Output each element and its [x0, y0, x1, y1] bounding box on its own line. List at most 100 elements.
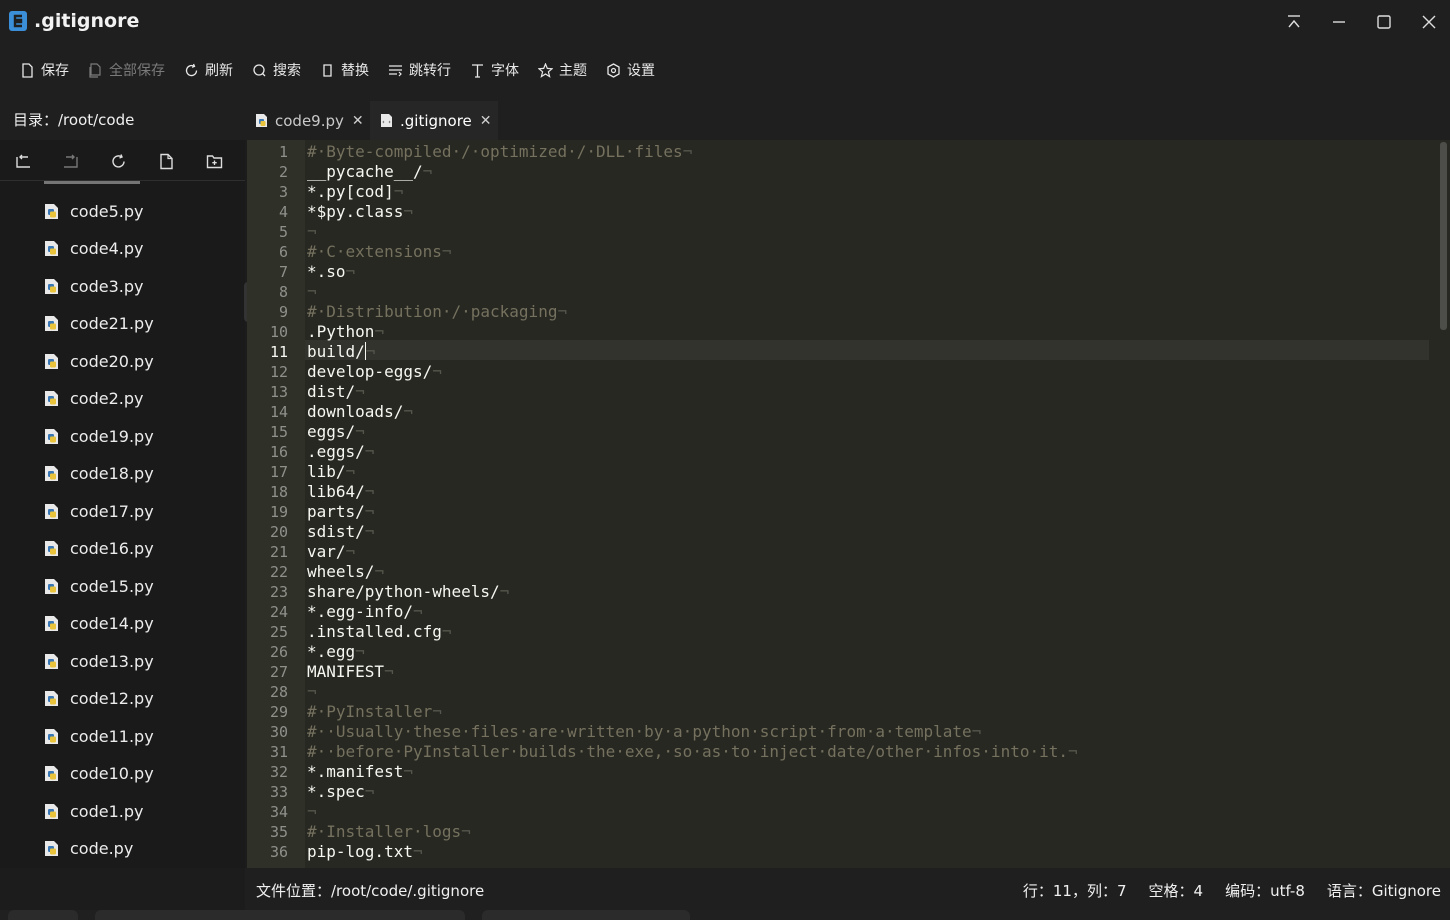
code-line[interactable]: *.egg-info/¬: [307, 602, 1427, 622]
cursor-position[interactable]: 行：11，列：7: [1023, 880, 1127, 901]
minimize-button[interactable]: [1326, 9, 1352, 35]
file-list-item[interactable]: code19.py: [44, 424, 154, 448]
code-line[interactable]: MANIFEST¬: [307, 662, 1427, 682]
eol-marker-icon: ¬: [355, 642, 365, 661]
file-list-item[interactable]: code17.py: [44, 499, 154, 523]
toolbar-button-save-all[interactable]: 全部保存: [88, 55, 165, 85]
code-line[interactable]: dist/¬: [307, 382, 1427, 402]
code-line[interactable]: ¬: [307, 222, 1427, 242]
code-line[interactable]: #·Byte-compiled·/·optimized·/·DLL·files¬: [307, 142, 1427, 162]
file-list-item[interactable]: code14.py: [44, 612, 154, 636]
toolbar-button-replace[interactable]: 替换: [320, 55, 369, 85]
code-text: #·PyInstaller: [307, 702, 433, 721]
line-number: 12: [269, 363, 288, 381]
file-list-item[interactable]: code5.py: [44, 199, 143, 223]
code-line[interactable]: .Python¬: [307, 322, 1427, 342]
code-line[interactable]: downloads/¬: [307, 402, 1427, 422]
maximize-button[interactable]: [1371, 9, 1397, 35]
chevron-up-icon: [1288, 15, 1300, 28]
code-line[interactable]: ¬: [307, 682, 1427, 702]
taskbar-app-group[interactable]: [95, 910, 465, 920]
toolbar-button-label: 跳转行: [409, 63, 451, 79]
code-line[interactable]: #·C·extensions¬: [307, 242, 1427, 262]
new-folder-icon[interactable]: [206, 153, 223, 170]
toolbar-button-theme[interactable]: 主题: [538, 55, 587, 85]
language-mode[interactable]: 语言：Gitignore: [1327, 880, 1441, 901]
code-line[interactable]: share/python-wheels/¬: [307, 582, 1427, 602]
eol-marker-icon: ¬: [682, 142, 693, 161]
file-list-item[interactable]: code4.py: [44, 237, 143, 261]
toolbar-button-file[interactable]: 保存: [20, 55, 69, 85]
code-line[interactable]: build/¬: [307, 342, 1427, 362]
code-line[interactable]: .eggs/¬: [307, 442, 1427, 462]
tab-close-icon[interactable]: ✕: [480, 113, 492, 129]
file-list-item[interactable]: code2.py: [44, 387, 143, 411]
code-editor[interactable]: 1 2 3 4 5 6 7 8 9 10 11 12 13 14 15 16 17 18 19 20 21 22 23 24 2…: [247, 140, 1450, 868]
code-line[interactable]: #·Distribution·/·packaging¬: [307, 302, 1427, 322]
refresh-icon[interactable]: [110, 153, 127, 170]
code-line[interactable]: *.egg¬: [307, 642, 1427, 662]
eol-marker-icon: ¬: [403, 762, 413, 781]
toolbar-button-settings[interactable]: 设置: [606, 55, 655, 85]
forward-icon[interactable]: [62, 153, 79, 170]
new-file-icon[interactable]: [158, 153, 175, 170]
back-icon[interactable]: [15, 153, 32, 170]
toolbar-button-goto-line[interactable]: 跳转行: [388, 55, 451, 85]
code-line[interactable]: sdist/¬: [307, 522, 1427, 542]
code-line[interactable]: *.spec¬: [307, 782, 1427, 802]
indentation-setting[interactable]: 空格：4: [1149, 880, 1204, 901]
file-list-item[interactable]: code13.py: [44, 649, 154, 673]
code-line[interactable]: *.so¬: [307, 262, 1427, 282]
toolbar-button-search[interactable]: 搜索: [252, 55, 301, 85]
eol-marker-icon: ¬: [403, 402, 413, 421]
code-line[interactable]: #·Installer·logs¬: [307, 822, 1427, 842]
file-list-item[interactable]: code20.py: [44, 349, 154, 373]
toolbar-button-refresh[interactable]: 刷新: [184, 55, 233, 85]
file-list-item[interactable]: code1.py: [44, 799, 143, 823]
file-list-item[interactable]: code15.py: [44, 574, 154, 598]
eol-marker-icon: ¬: [355, 382, 365, 401]
taskbar-start-button[interactable]: [8, 910, 78, 920]
eol-marker-icon: ¬: [307, 802, 317, 821]
eol-marker-icon: ¬: [307, 682, 317, 701]
file-list-item[interactable]: code16.py: [44, 537, 154, 561]
taskbar-window-preview[interactable]: [482, 910, 690, 920]
code-line[interactable]: *$py.class¬: [307, 202, 1427, 222]
file-list-item[interactable]: code11.py: [44, 724, 154, 748]
code-line[interactable]: __pycache__/¬: [307, 162, 1427, 182]
code-text: wheels/: [307, 562, 375, 581]
code-line[interactable]: lib64/¬: [307, 482, 1427, 502]
code-line[interactable]: parts/¬: [307, 502, 1427, 522]
code-line[interactable]: *.manifest¬: [307, 762, 1427, 782]
code-line[interactable]: lib/¬: [307, 462, 1427, 482]
tab-gitignore[interactable]: .gitignore ✕: [370, 101, 498, 140]
vertical-scrollbar[interactable]: [1440, 142, 1447, 330]
file-list-item[interactable]: code3.py: [44, 274, 143, 298]
code-line[interactable]: pip-log.txt¬: [307, 842, 1427, 862]
code-line[interactable]: ¬: [307, 802, 1427, 822]
code-text: *.so: [307, 262, 346, 281]
tab-close-icon[interactable]: ✕: [352, 113, 364, 129]
eol-marker-icon: ¬: [365, 342, 376, 361]
file-name: code13.py: [70, 651, 154, 671]
code-line[interactable]: eggs/¬: [307, 422, 1427, 442]
pin-window-button[interactable]: [1281, 9, 1307, 35]
code-line[interactable]: var/¬: [307, 542, 1427, 562]
code-line[interactable]: wheels/¬: [307, 562, 1427, 582]
close-window-button[interactable]: [1416, 9, 1442, 35]
code-line[interactable]: #··Usually·these·files·are·written·by·a·…: [307, 722, 1427, 742]
encoding-setting[interactable]: 编码：utf-8: [1225, 880, 1305, 901]
toolbar-button-font[interactable]: 字体: [470, 55, 519, 85]
code-line[interactable]: *.py[cod]¬: [307, 182, 1427, 202]
code-line[interactable]: .installed.cfg¬: [307, 622, 1427, 642]
file-list-item[interactable]: code.py: [44, 837, 133, 861]
file-list-item[interactable]: code21.py: [44, 312, 154, 336]
code-line[interactable]: #··before·PyInstaller·builds·the·exe,·so…: [307, 742, 1427, 762]
file-list-item[interactable]: code12.py: [44, 687, 154, 711]
tab-code9[interactable]: code9.py ✕: [245, 101, 369, 140]
code-line[interactable]: develop-eggs/¬: [307, 362, 1427, 382]
file-list-item[interactable]: code10.py: [44, 762, 154, 786]
code-line[interactable]: #·PyInstaller¬: [307, 702, 1427, 722]
code-line[interactable]: ¬: [307, 282, 1427, 302]
file-list-item[interactable]: code18.py: [44, 462, 154, 486]
